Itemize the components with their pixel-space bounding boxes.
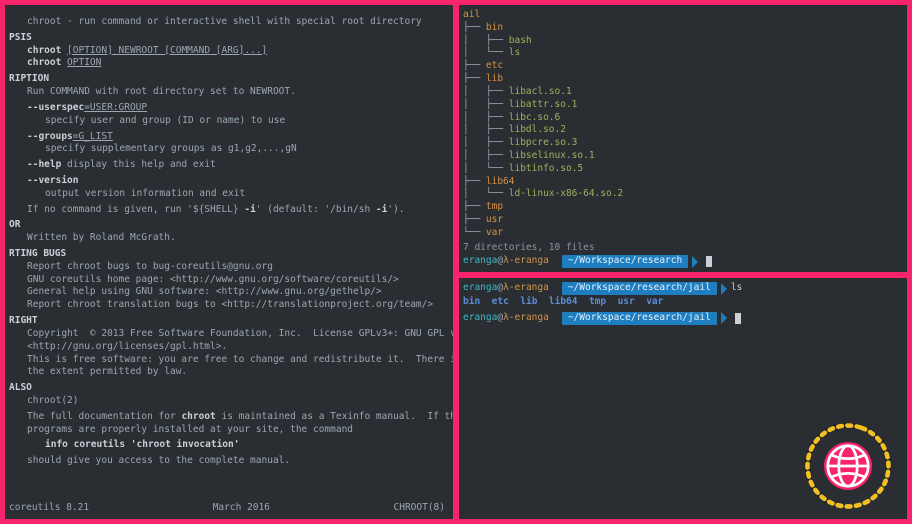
man-fulldoc-1: The full documentation for chroot is mai… [9,411,445,424]
cursor-icon [735,313,741,324]
tree-line: │ └── ld-linux-x86-64.so.2 [463,188,903,201]
man-opt-version-desc: output version information and exit [9,188,445,201]
man-section-synopsis: PSIS [9,32,445,45]
tree-line: ├── bin [463,22,903,35]
man-bug-line: Report chroot bugs to bug-coreutils@gnu.… [9,261,445,274]
man-synopsis-1: chroot [OPTION] NEWROOT [COMMAND [ARG]..… [9,45,445,58]
tree-output: ail├── bin│ ├── bash│ └── ls├── etc├── l… [459,5,907,240]
tree-line: │ └── ls [463,47,903,60]
man-footer-right: CHROOT(8) [394,502,445,515]
man-section-description: RIPTION [9,73,445,86]
path-chip: ~/Workspace/research/jail [562,282,717,295]
tree-summary: 7 directories, 10 files [459,242,907,255]
man-name-line: chroot - run command or interactive shel… [9,16,445,29]
tree-line: │ └── libtinfo.so.5 [463,163,903,176]
man-info-command: info coreutils 'chroot invocation' [9,439,445,452]
man-bug-line: Report chroot translation bugs to <http:… [9,299,445,312]
man-footer-left: coreutils 8.21 [9,502,89,515]
man-opt-userspec: --userspec=USER:GROUP [9,102,445,115]
tree-line: │ ├── libacl.so.1 [463,86,903,99]
man-page-pane[interactable]: chroot - run command or interactive shel… [5,5,453,519]
man-no-command: If no command is given, run '${SHELL} -i… [9,204,445,217]
man-fulldoc-2: programs are properly installed at your … [9,424,445,437]
man-synopsis-2: chroot OPTION [9,57,445,70]
man-opt-userspec-desc: specify user and group (ID or name) to u… [9,115,445,128]
globe-logo-icon [802,420,894,512]
tree-line: └── var [463,227,903,240]
man-seealso-1: chroot(2) [9,395,445,408]
cursor-icon [706,256,712,267]
tree-line: │ ├── libpcre.so.3 [463,137,903,150]
man-footer: coreutils 8.21 March 2016 CHROOT(8) [9,502,445,515]
man-section-seealso: ALSO [9,382,445,395]
man-copyright-line: This is free software: you are free to c… [9,354,445,367]
tree-line: ├── lib64 [463,176,903,189]
path-chip: ~/Workspace/research/jail [562,312,717,325]
man-footer-mid: March 2016 [213,502,270,515]
path-chip: ~/Workspace/research [562,255,688,268]
shell-prompt-jail[interactable]: eranga@λ-eranga ~/Workspace/research/jai… [463,312,903,325]
man-opt-groups-desc: specify supplementary groups as g1,g2,..… [9,143,445,156]
shell-prompt-research[interactable]: eranga@λ-eranga ~/Workspace/research [459,254,907,269]
man-bug-line: General help using GNU software: <http:/… [9,286,445,299]
command-text: ls [731,282,742,295]
tree-line: ├── lib [463,73,903,86]
man-opt-groups: --groups=G_LIST [9,131,445,144]
tree-line: │ ├── libselinux.so.1 [463,150,903,163]
man-fulldoc-3: should give you access to the complete m… [9,455,445,468]
man-copyright-line: <http://gnu.org/licenses/gpl.html>. [9,341,445,354]
man-section-bugs: RTING BUGS [9,248,445,261]
tree-pane[interactable]: ail├── bin│ ├── bash│ └── ls├── etc├── l… [459,5,907,272]
man-bug-line: GNU coreutils home page: <http://www.gnu… [9,274,445,287]
man-copyright-line: Copyright © 2013 Free Software Foundatio… [9,328,445,341]
ls-output: bin etc lib lib64 tmp usr var [463,296,903,309]
man-author: Written by Roland McGrath. [9,232,445,245]
man-section-author: OR [9,219,445,232]
tree-line: │ ├── bash [463,35,903,48]
tree-line: ├── etc [463,60,903,73]
man-section-copyright: RIGHT [9,315,445,328]
man-opt-version: --version [9,175,445,188]
tree-line: ├── tmp [463,201,903,214]
man-description-run: Run COMMAND with root directory set to N… [9,86,445,99]
tree-line: │ ├── libattr.so.1 [463,99,903,112]
tree-line: │ ├── libdl.so.2 [463,124,903,137]
shell-prompt-jail-ls[interactable]: eranga@λ-eranga ~/Workspace/research/jai… [463,282,903,295]
man-copyright-line: the extent permitted by law. [9,366,445,379]
tree-line: ├── usr [463,214,903,227]
tree-line: │ ├── libc.so.6 [463,112,903,125]
man-opt-help: --help display this help and exit [9,159,445,172]
